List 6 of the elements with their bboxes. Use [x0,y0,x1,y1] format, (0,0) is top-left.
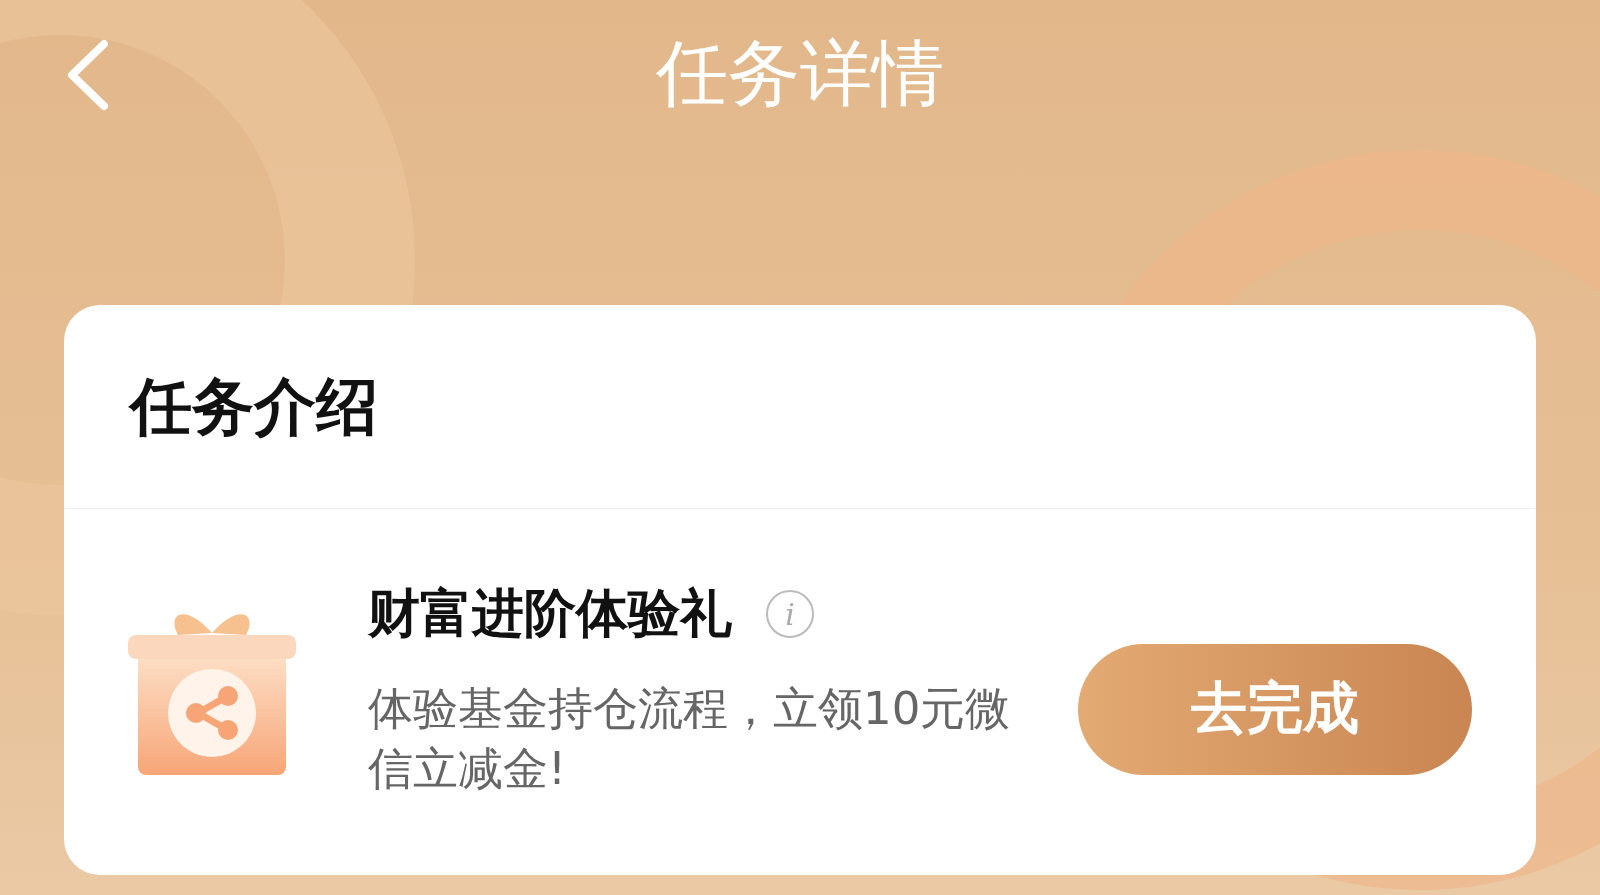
info-button[interactable]: i [766,590,814,638]
page-title: 任务详情 [656,30,944,117]
complete-button[interactable]: 去完成 [1078,643,1472,775]
task-description: 体验基金持仓流程，立领10元微信立减金! [368,681,1012,797]
section-title: 任务介绍 [64,305,1536,509]
task-title: 财富进阶体验礼 [368,582,732,645]
